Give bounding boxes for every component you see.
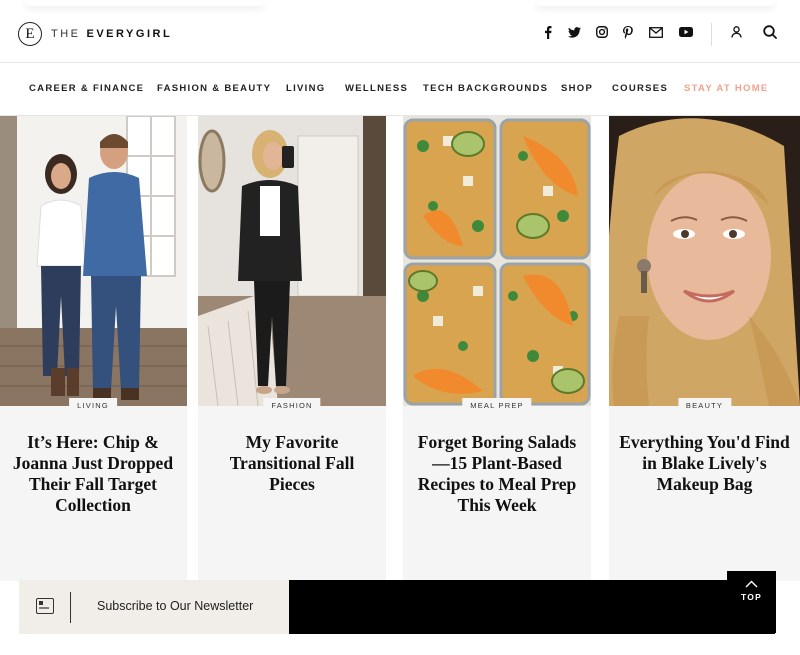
nav-item-courses[interactable]: COURSES <box>612 83 668 94</box>
article-image[interactable] <box>198 116 386 406</box>
nav-item-wellness[interactable]: WELLNESS <box>345 83 408 94</box>
logo-name: EVERYGIRL <box>86 28 173 40</box>
article-image[interactable] <box>0 116 187 406</box>
search-icon[interactable] <box>761 24 779 40</box>
header-shadow <box>535 0 775 6</box>
site-header: E THE EVERYGIRL <box>0 0 800 63</box>
article-card[interactable]: MEAL PREP Forget Boring Salads—15 Plant-… <box>403 116 591 581</box>
article-card[interactable]: BEAUTY Everything You'd Find in Blake Li… <box>609 116 800 581</box>
facebook-icon[interactable] <box>541 24 555 40</box>
pinterest-icon[interactable] <box>621 24 635 40</box>
header-divider <box>711 23 712 46</box>
logo-mark: E <box>18 22 42 46</box>
back-to-top-button[interactable]: TOP <box>727 571 776 633</box>
article-title[interactable]: My Favorite Transitional Fall Pieces <box>206 432 378 495</box>
category-tag[interactable]: FASHION <box>263 398 321 413</box>
category-tag[interactable]: MEAL PREP <box>462 398 532 413</box>
twitter-icon[interactable] <box>566 24 582 40</box>
article-card[interactable]: FASHION My Favorite Transitional Fall Pi… <box>198 116 386 581</box>
page-bottom <box>0 634 800 655</box>
nav-item-living[interactable]: LIVING <box>286 83 325 94</box>
site-logo[interactable]: E THE EVERYGIRL <box>18 22 172 46</box>
user-icon[interactable] <box>728 24 744 40</box>
chevron-up-icon <box>745 580 758 588</box>
article-title[interactable]: Everything You'd Find in Blake Lively's … <box>617 432 792 495</box>
email-icon[interactable] <box>647 24 665 40</box>
main-nav: CAREER & FINANCE FASHION & BEAUTY LIVING… <box>0 63 800 116</box>
nav-item-career-finance[interactable]: CAREER & FINANCE <box>29 83 144 94</box>
instagram-icon[interactable] <box>594 24 610 40</box>
logo-the: THE <box>51 28 81 40</box>
nav-item-shop[interactable]: SHOP <box>561 83 593 94</box>
article-title[interactable]: It’s Here: Chip & Joanna Just Dropped Th… <box>7 432 179 516</box>
newsletter-cta[interactable]: Subscribe to Our Newsletter <box>19 580 289 634</box>
article-image[interactable] <box>609 116 800 406</box>
newsletter-text[interactable]: Subscribe to Our Newsletter <box>97 599 253 613</box>
newsletter-panel <box>289 580 775 634</box>
category-tag[interactable]: LIVING <box>69 398 117 413</box>
newsletter-divider <box>70 592 71 623</box>
article-card[interactable]: LIVING It’s Here: Chip & Joanna Just Dro… <box>0 116 187 581</box>
nav-item-fashion-beauty[interactable]: FASHION & BEAUTY <box>157 83 271 94</box>
nav-item-stay-at-home[interactable]: STAY AT HOME <box>684 83 769 94</box>
article-image[interactable] <box>403 116 591 406</box>
category-tag[interactable]: BEAUTY <box>677 398 732 413</box>
newsletter-bar[interactable]: Subscribe to Our Newsletter <box>19 580 775 634</box>
newsletter-icon <box>36 598 54 614</box>
header-shadow <box>25 0 265 6</box>
youtube-icon[interactable] <box>677 24 695 40</box>
nav-item-tech-backgrounds[interactable]: TECH BACKGROUNDS <box>423 83 548 94</box>
article-title[interactable]: Forget Boring Salads—15 Plant-Based Reci… <box>411 432 583 516</box>
back-to-top-label: TOP <box>741 592 762 602</box>
